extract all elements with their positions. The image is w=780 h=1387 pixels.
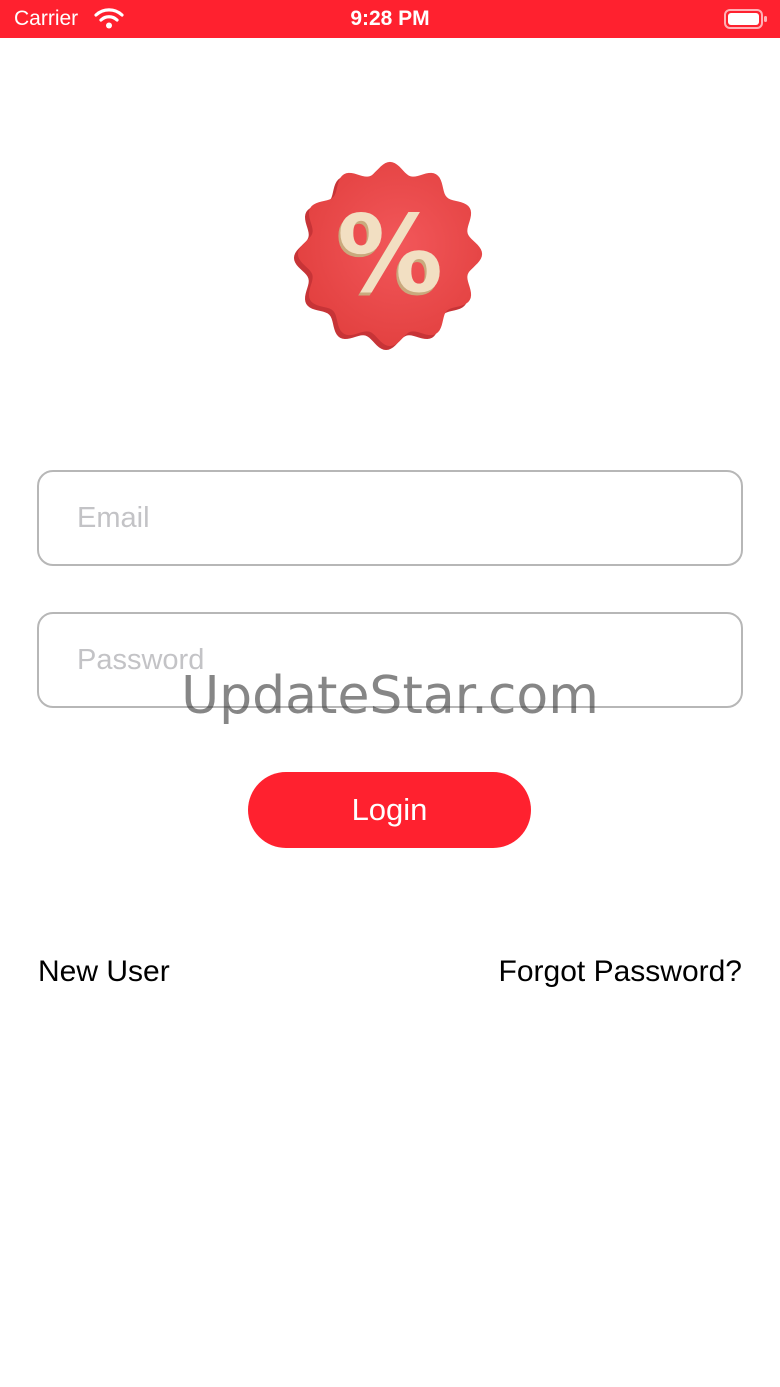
battery-icon (724, 9, 767, 29)
forgot-password-link[interactable]: Forgot Password? (499, 954, 742, 990)
percent-symbol-front: % (337, 193, 443, 316)
login-screen: Carrier 9:28 PM % % Upd (0, 0, 780, 1387)
login-button[interactable]: Login (248, 772, 531, 848)
status-bar: Carrier 9:28 PM (0, 0, 780, 38)
email-field-container (37, 470, 743, 566)
password-input[interactable] (39, 614, 741, 706)
email-input[interactable] (39, 472, 741, 564)
status-time: 9:28 PM (350, 7, 430, 30)
password-field-container (37, 612, 743, 708)
new-user-link[interactable]: New User (38, 954, 170, 990)
discount-badge-icon: % % (293, 161, 483, 351)
